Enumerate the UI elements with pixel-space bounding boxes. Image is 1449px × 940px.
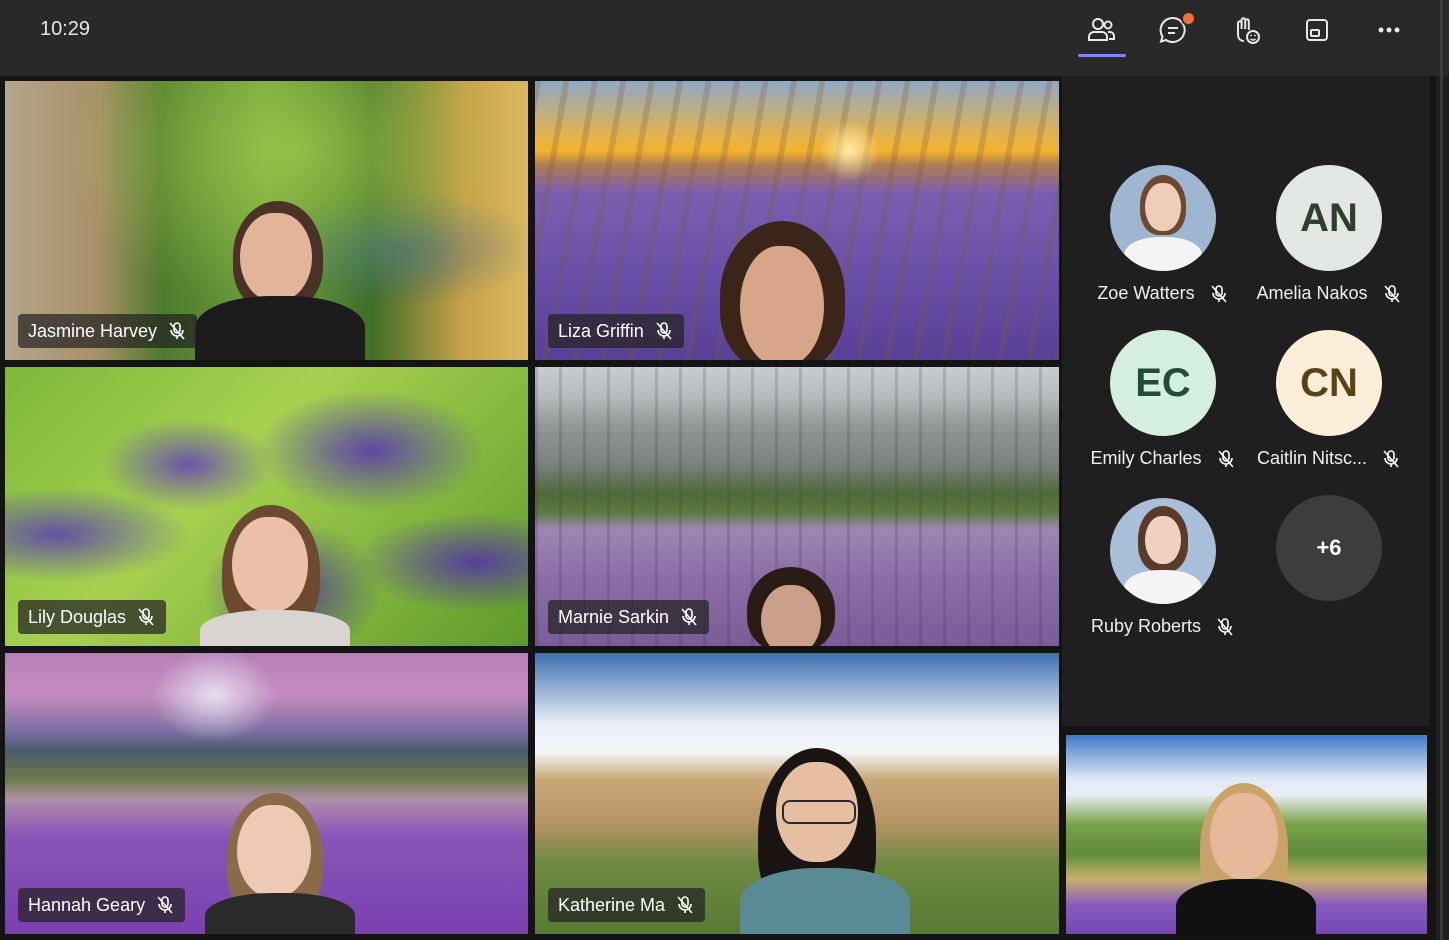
participant-video <box>747 567 837 646</box>
mic-muted-icon <box>654 321 674 341</box>
window-border <box>1440 0 1443 940</box>
participant-name: Zoe Watters <box>1097 283 1195 303</box>
participant-name-label: Hannah Geary <box>18 888 186 922</box>
more-participants-item[interactable]: +6 <box>1244 495 1414 601</box>
meeting-timer: 10:29 <box>40 18 91 40</box>
mic-muted-icon <box>1382 284 1402 304</box>
participant-avatar-item[interactable]: Zoe Watters <box>1078 165 1248 304</box>
mic-muted-icon <box>1216 449 1236 469</box>
mic-muted-icon <box>155 895 175 915</box>
more-participants-button[interactable]: +6 <box>1276 495 1382 601</box>
participant-name: Lily Douglas <box>28 606 127 627</box>
participant-name: Ruby Roberts <box>1090 616 1202 636</box>
video-tile[interactable]: Hannah Geary <box>5 653 528 934</box>
avatar-initials: CN <box>1276 330 1382 436</box>
video-tile[interactable]: Jasmine Harvey <box>5 81 528 360</box>
participant-name: Liza Griffin <box>558 320 644 341</box>
self-view-tile[interactable] <box>1066 735 1427 934</box>
raise-hand-react-icon <box>1237 17 1260 44</box>
participant-name: Katherine Ma <box>558 894 666 915</box>
participant-rail: Zoe Watters AN Amelia Nakos EC Emily Cha… <box>1062 76 1430 726</box>
mic-muted-icon <box>1215 617 1235 637</box>
participant-name-label: Katherine Ma <box>548 888 706 922</box>
avatar <box>1110 165 1216 271</box>
participant-avatar-item[interactable]: Ruby Roberts <box>1078 498 1248 637</box>
participant-name: Amelia Nakos <box>1256 283 1368 303</box>
people-icon <box>1088 18 1115 41</box>
mic-muted-icon <box>679 607 699 627</box>
participant-name-label: Liza Griffin <box>548 314 684 348</box>
video-tile[interactable]: Lily Douglas <box>5 367 528 646</box>
participant-name-label: Lily Douglas <box>18 600 167 634</box>
self-video <box>1176 783 1316 934</box>
mic-muted-icon <box>167 321 187 341</box>
meeting-toolbar: 10:29 <box>0 0 1449 76</box>
participant-video <box>195 201 365 360</box>
mic-muted-icon <box>1381 449 1401 469</box>
video-tile[interactable]: Liza Griffin <box>535 81 1059 360</box>
participant-name: Hannah Geary <box>28 894 146 915</box>
mic-muted-icon <box>136 607 156 627</box>
participant-name: Marnie Sarkin <box>558 606 670 627</box>
participant-name-label: Jasmine Harvey <box>18 314 198 348</box>
mic-muted-icon <box>1209 284 1229 304</box>
more-icon <box>1378 27 1400 33</box>
avatar-initials: EC <box>1110 330 1216 436</box>
chat-notification-dot <box>1181 11 1196 26</box>
avatar <box>1110 498 1216 604</box>
participant-name: Jasmine Harvey <box>28 320 158 341</box>
participant-avatar-item[interactable]: EC Emily Charles <box>1078 330 1248 469</box>
participant-name: Emily Charles <box>1090 448 1202 468</box>
video-tile[interactable]: Marnie Sarkin <box>535 367 1059 646</box>
mic-muted-icon <box>675 895 695 915</box>
participant-video <box>200 505 350 646</box>
share-button[interactable] <box>1292 8 1342 52</box>
participant-avatar-item[interactable]: CN Caitlin Nitsc... <box>1244 330 1414 469</box>
react-button[interactable] <box>1220 8 1270 52</box>
participant-video <box>205 793 355 934</box>
participant-avatar-item[interactable]: AN Amelia Nakos <box>1244 165 1414 304</box>
avatar-initials: AN <box>1276 165 1382 271</box>
participant-video <box>710 221 870 360</box>
participant-name: Caitlin Nitsc... <box>1256 448 1368 468</box>
video-tile[interactable]: Katherine Ma <box>535 653 1059 934</box>
participant-video <box>740 748 910 934</box>
people-button[interactable] <box>1076 8 1126 52</box>
share-screen-icon <box>1306 19 1328 41</box>
participant-name-label: Marnie Sarkin <box>548 600 710 634</box>
active-tab-indicator <box>1078 54 1126 57</box>
more-options-button[interactable] <box>1364 8 1414 52</box>
